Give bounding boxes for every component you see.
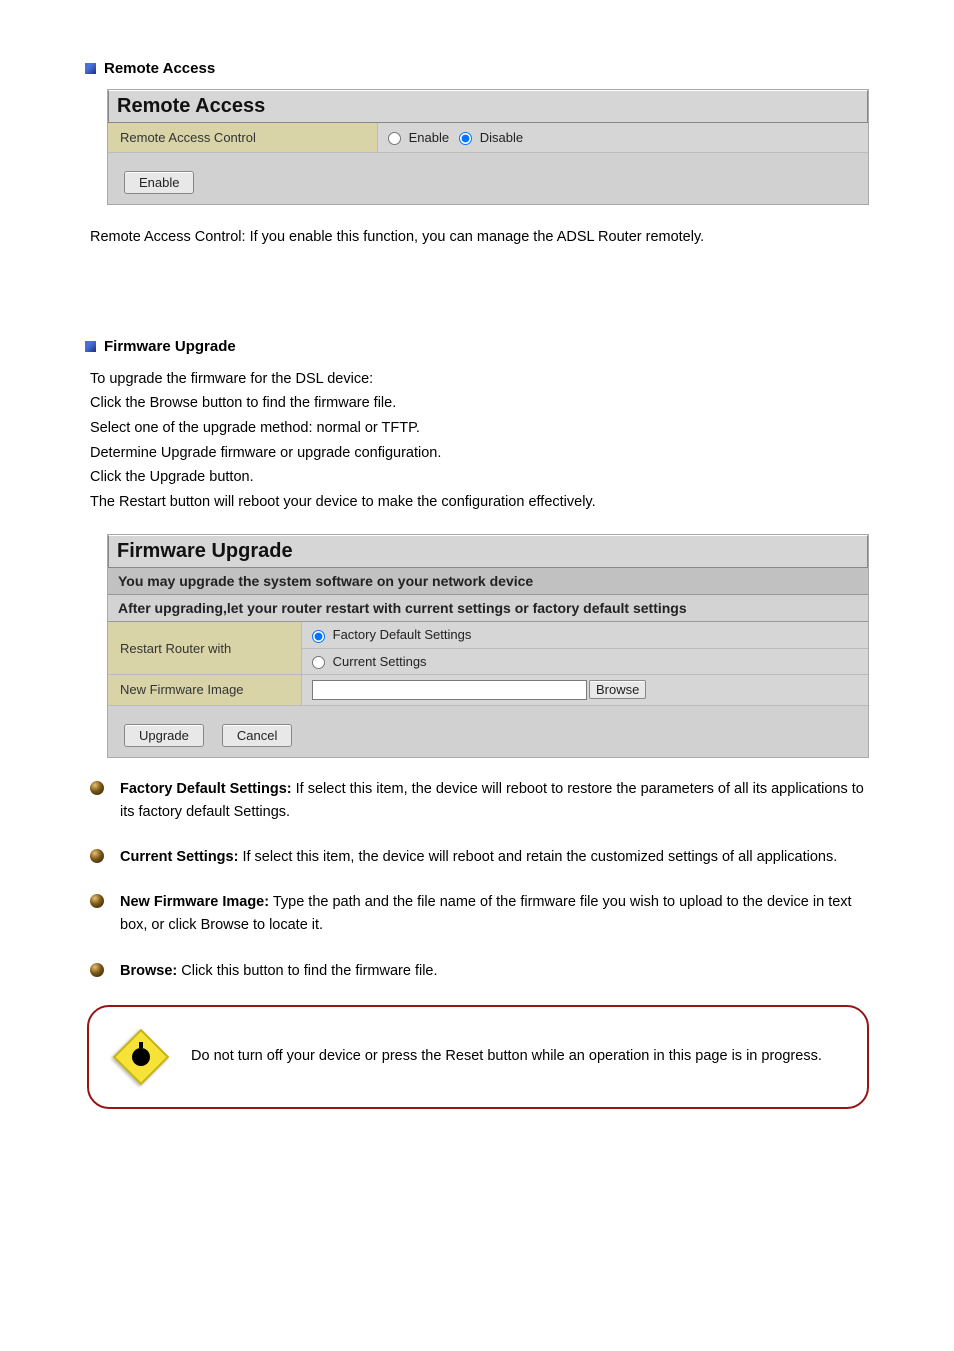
- radio-current-text: Current Settings: [333, 654, 427, 669]
- radio-current-settings[interactable]: [312, 656, 325, 669]
- list-item: Browse: Click this button to find the fi…: [90, 960, 869, 983]
- remote-access-panel: Remote Access Remote Access Control Enab…: [107, 89, 869, 205]
- sphere-bullet-icon: [90, 781, 104, 795]
- radio-disable-label[interactable]: Disable: [459, 130, 523, 145]
- row-value-restart-options: Factory Default Settings Current Setting…: [302, 622, 868, 673]
- bullet-label: Browse:: [120, 963, 181, 979]
- list-item: Factory Default Settings: If select this…: [90, 778, 869, 824]
- section-heading-firmware-upgrade: Firmware Upgrade: [85, 338, 869, 355]
- remote-access-description: Remote Access Control: If you enable thi…: [90, 225, 869, 250]
- firmware-intro: To upgrade the firmware for the DSL devi…: [90, 367, 869, 515]
- square-bullet-icon: [85, 341, 96, 352]
- bullet-label: Current Settings:: [120, 849, 238, 865]
- panel-title: Remote Access: [108, 90, 868, 123]
- browse-button[interactable]: Browse: [589, 680, 646, 699]
- bullet-label: New Firmware Image:: [120, 894, 269, 910]
- row-label-new-firmware: New Firmware Image: [108, 675, 302, 705]
- bullet-text: If select this item, the device will reb…: [238, 849, 837, 865]
- heading-text: Remote Access: [104, 60, 215, 77]
- sphere-bullet-icon: [90, 849, 104, 863]
- firmware-bullet-list: Factory Default Settings: If select this…: [90, 778, 869, 983]
- radio-factory-label[interactable]: Factory Default Settings: [312, 627, 471, 642]
- sphere-bullet-icon: [90, 894, 104, 908]
- row-value-remote-access-control: Enable Disable: [378, 123, 868, 152]
- panel-title: Firmware Upgrade: [108, 535, 868, 568]
- intro-line: Click the Upgrade button.: [90, 465, 869, 490]
- remote-access-button-row: Enable: [108, 153, 868, 204]
- square-bullet-icon: [85, 63, 96, 74]
- caution-icon: [113, 1029, 169, 1085]
- radio-enable[interactable]: [388, 132, 401, 145]
- radio-current-label[interactable]: Current Settings: [312, 654, 427, 669]
- intro-line: Determine Upgrade firmware or upgrade co…: [90, 441, 869, 466]
- row-value-new-firmware: Browse: [302, 675, 868, 705]
- firmware-upgrade-panel: Firmware Upgrade You may upgrade the sys…: [107, 534, 869, 757]
- firmware-path-input[interactable]: [312, 680, 587, 700]
- upgrade-button[interactable]: Upgrade: [124, 724, 204, 747]
- list-item: Current Settings: If select this item, t…: [90, 846, 869, 869]
- section-heading-remote-access: Remote Access: [85, 60, 869, 77]
- caution-box: Do not turn off your device or press the…: [87, 1005, 869, 1109]
- radio-factory-default[interactable]: [312, 630, 325, 643]
- firmware-button-row: Upgrade Cancel: [108, 706, 868, 757]
- radio-disable[interactable]: [459, 132, 472, 145]
- radio-factory-text: Factory Default Settings: [333, 627, 472, 642]
- cancel-button[interactable]: Cancel: [222, 724, 292, 747]
- bullet-text: Click this button to find the firmware f…: [181, 963, 437, 979]
- sphere-bullet-icon: [90, 963, 104, 977]
- enable-button[interactable]: Enable: [124, 171, 194, 194]
- row-label-restart-router: Restart Router with: [108, 622, 302, 673]
- info-bar-2: After upgrading,let your router restart …: [108, 595, 868, 622]
- row-label-remote-access-control: Remote Access Control: [108, 123, 378, 152]
- intro-line: Select one of the upgrade method: normal…: [90, 416, 869, 441]
- intro-line: Click the Browse button to find the firm…: [90, 391, 869, 416]
- info-bar-1: You may upgrade the system software on y…: [108, 568, 868, 595]
- radio-enable-text: Enable: [409, 130, 449, 145]
- caution-text: Do not turn off your device or press the…: [191, 1045, 822, 1068]
- bullet-label: Factory Default Settings:: [120, 781, 292, 797]
- radio-disable-text: Disable: [480, 130, 523, 145]
- list-item: New Firmware Image: Type the path and th…: [90, 891, 869, 937]
- heading-text: Firmware Upgrade: [104, 338, 236, 355]
- intro-line: The Restart button will reboot your devi…: [90, 490, 869, 515]
- radio-enable-label[interactable]: Enable: [388, 130, 449, 145]
- intro-line: To upgrade the firmware for the DSL devi…: [90, 367, 869, 392]
